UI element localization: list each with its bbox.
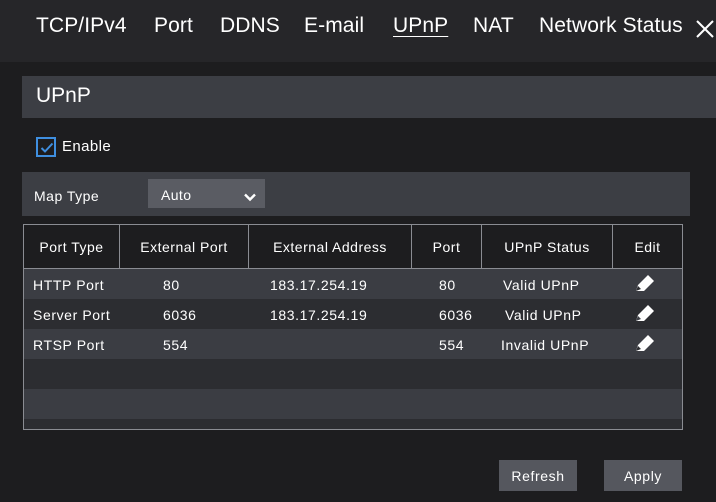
pencil-icon[interactable] [634,273,656,298]
pencil-icon[interactable] [634,333,656,358]
cell-upnp-status: Invalid UPnP [501,337,590,353]
tab-upnp[interactable]: UPnP [393,14,448,38]
tab-tcp-ipv4[interactable]: TCP/IPv4 [36,14,127,38]
cell-external-address: 183.17.254.19 [270,307,368,323]
column-header-upnp-status: UPnP Status [482,225,613,268]
tab-network-status[interactable]: Network Status [539,14,683,38]
cell-upnp-status: Valid UPnP [503,277,580,293]
table-row-empty [24,389,682,419]
section-header: UPnP [22,76,716,118]
cell-port: 80 [439,277,456,293]
close-icon[interactable] [694,18,716,46]
apply-button[interactable]: Apply [604,460,682,491]
tab-ddns[interactable]: DDNS [220,14,280,38]
cell-port: 6036 [439,307,473,323]
cell-port-type: Server Port [33,307,111,323]
cell-external-port: 6036 [163,307,197,323]
pencil-icon[interactable] [634,303,656,328]
column-header-port: Port [412,225,482,268]
table-header: Port Type External Port External Address… [24,225,682,269]
table-row-empty [24,359,682,389]
table-row: Server Port 6036 183.17.254.19 6036 Vali… [24,299,682,329]
checkmark-icon [40,142,54,153]
section-title: UPnP [36,84,91,107]
column-header-external-port: External Port [120,225,249,268]
upnp-port-table: Port Type External Port External Address… [23,224,683,430]
tab-email[interactable]: E-mail [304,14,364,38]
chevron-down-icon [244,189,256,207]
table-row: RTSP Port 554 554 Invalid UPnP [24,329,682,359]
column-header-external-address: External Address [249,225,412,268]
map-type-row: Map Type Auto [22,172,690,216]
cell-external-port: 554 [163,337,189,353]
enable-checkbox[interactable] [36,137,56,157]
column-header-edit: Edit [634,238,661,255]
tab-bar: TCP/IPv4 Port DDNS E-mail UPnP NAT Netwo… [0,0,716,62]
cell-port-type: HTTP Port [33,277,105,293]
cell-external-port: 80 [163,277,180,293]
cell-port-type: RTSP Port [33,337,105,353]
cell-external-address: 183.17.254.19 [270,277,368,293]
enable-label: Enable [62,138,112,155]
map-type-label: Map Type [34,188,100,204]
map-type-select[interactable]: Auto [148,179,265,208]
refresh-button[interactable]: Refresh [499,460,577,491]
tab-nat[interactable]: NAT [473,14,514,38]
map-type-value: Auto [161,187,192,203]
table-row: HTTP Port 80 183.17.254.19 80 Valid UPnP [24,269,682,299]
cell-upnp-status: Valid UPnP [505,307,582,323]
tab-port[interactable]: Port [154,14,193,38]
column-header-port-type: Port Type [24,225,120,268]
cell-port: 554 [439,337,465,353]
